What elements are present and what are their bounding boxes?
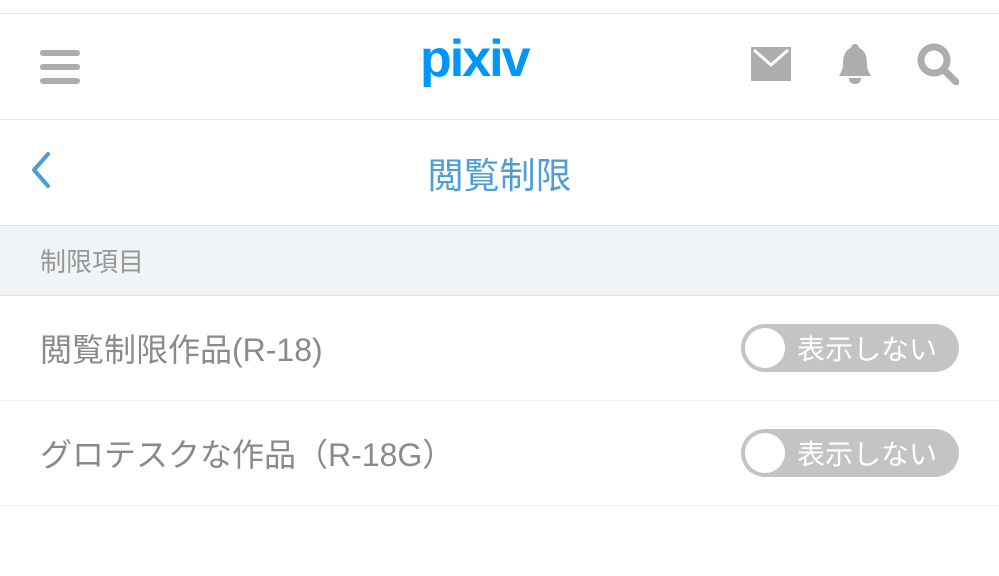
setting-row-r18g: グロテスクな作品（R-18G） 表示しない	[0, 401, 999, 506]
setting-label: グロテスクな作品（R-18G）	[40, 430, 454, 476]
menu-icon[interactable]	[40, 50, 80, 84]
setting-row-r18: 閲覧制限作品(R-18) 表示しない	[0, 296, 999, 401]
svg-text:pixiv: pixiv	[420, 30, 531, 88]
logo[interactable]: pixiv	[420, 30, 580, 103]
section-header: 制限項目	[0, 225, 999, 296]
mail-icon[interactable]	[749, 45, 793, 88]
toggle-r18g[interactable]: 表示しない	[741, 429, 959, 477]
search-icon[interactable]	[917, 43, 959, 90]
toggle-knob	[745, 328, 785, 368]
bell-icon[interactable]	[837, 42, 873, 91]
main-header: pixiv	[0, 14, 999, 120]
toggle-text: 表示しない	[797, 433, 937, 473]
back-icon[interactable]	[30, 150, 52, 195]
page-title: 閲覧制限	[427, 147, 571, 199]
toggle-knob	[745, 433, 785, 473]
sub-header: 閲覧制限	[0, 120, 999, 225]
toggle-text: 表示しない	[797, 328, 937, 368]
setting-label: 閲覧制限作品(R-18)	[40, 325, 323, 371]
toggle-r18[interactable]: 表示しない	[741, 324, 959, 372]
